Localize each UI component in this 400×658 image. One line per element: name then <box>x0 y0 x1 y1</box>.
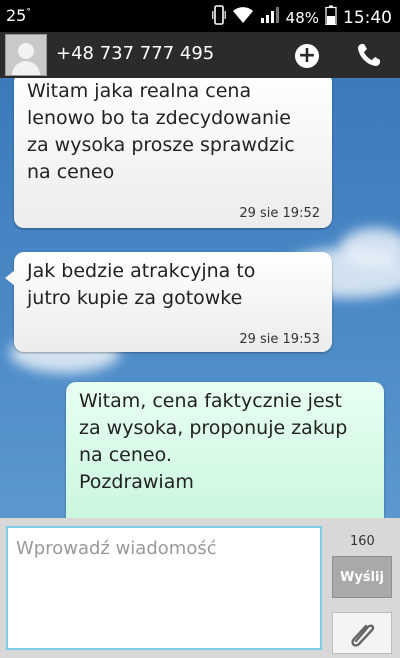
battery-percent: 48% <box>285 8 319 27</box>
send-button[interactable]: Wyślij <box>332 556 392 598</box>
paperclip-icon <box>351 624 375 647</box>
message-bubble-incoming[interactable]: Witam jaka realna cena lenowo bo ta zdec… <box>14 78 332 228</box>
contact-number[interactable]: +48 737 777 495 <box>56 43 214 64</box>
phone-icon <box>358 44 380 66</box>
character-counter: 160 <box>350 534 375 549</box>
message-time: 29 sie 19:53 <box>239 332 320 347</box>
status-bar: 25° 48% 15:40 <box>0 0 400 32</box>
clock: 15:40 <box>343 7 392 28</box>
compose-bar: 160 Wyślij <box>0 518 400 658</box>
battery-icon <box>325 5 337 30</box>
wifi-icon <box>232 6 254 29</box>
message-time: 29 sie 19:52 <box>239 206 320 221</box>
message-text: Jak bedzie atrakcyjna to jutro kupie za … <box>27 260 256 309</box>
message-bubble-outgoing[interactable]: Witam, cena faktycznie jest za wysoka, p… <box>66 382 384 518</box>
message-bubble-incoming[interactable]: Jak bedzie atrakcyjna to jutro kupie za … <box>5 252 332 352</box>
message-text: Witam jaka realna cena lenowo bo ta zdec… <box>27 80 295 183</box>
add-contact-button[interactable]: + <box>295 44 319 68</box>
message-input[interactable] <box>6 526 322 650</box>
signal-icon <box>260 6 280 29</box>
attach-button[interactable] <box>332 612 392 654</box>
contact-header: +48 737 777 495 + <box>0 32 400 78</box>
conversation-thread[interactable]: Witam jaka realna cena lenowo bo ta zdec… <box>0 78 400 518</box>
phone-vibrate-icon <box>211 5 226 30</box>
call-button[interactable] <box>354 40 384 70</box>
avatar[interactable] <box>5 34 47 76</box>
plus-circle-icon: + <box>297 43 317 68</box>
weather-temperature: 25° <box>6 6 31 25</box>
message-text: Witam, cena faktycznie jest za wysoka, p… <box>79 390 348 493</box>
